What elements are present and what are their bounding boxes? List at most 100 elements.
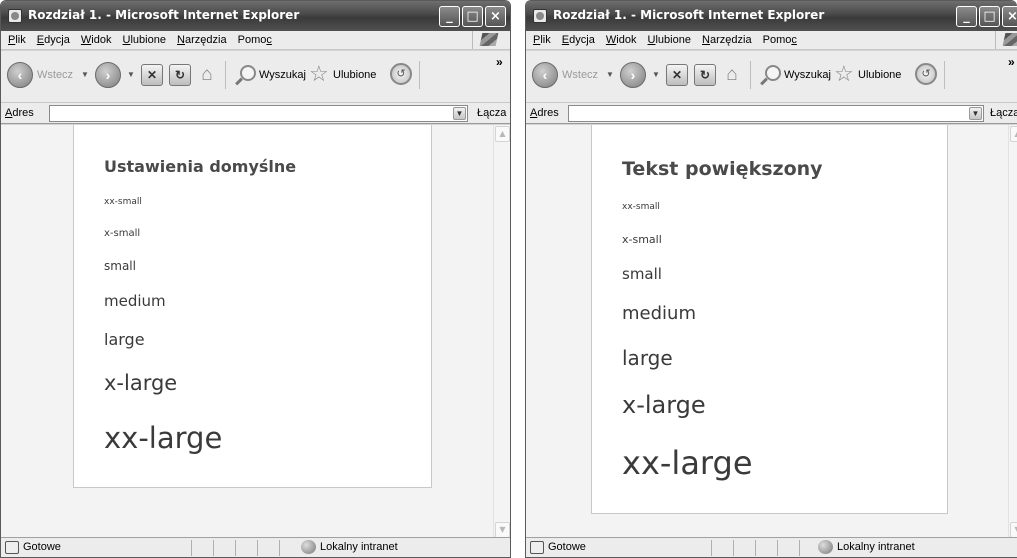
- sample-xx-large: xx-large: [104, 421, 223, 455]
- minimize-button[interactable]: _: [439, 6, 460, 27]
- maximize-button[interactable]: □: [462, 6, 483, 27]
- status-text: Gotowe: [23, 541, 61, 553]
- sample-small: small: [104, 259, 136, 273]
- favorites-button-label[interactable]: Ulubione: [858, 69, 901, 81]
- back-dropdown-icon[interactable]: ▼: [606, 70, 614, 79]
- menu-favorites[interactable]: Ulubione: [119, 31, 170, 48]
- sample-x-small: x-small: [104, 228, 141, 239]
- search-button-label[interactable]: Wyszukaj: [784, 69, 831, 81]
- browser-window-right: Rozdział 1. - Microsoft Internet Explore…: [525, 0, 1017, 558]
- links-label[interactable]: Łącza: [477, 107, 506, 119]
- status-bar: Gotowe Lokalny intranet: [1, 537, 510, 557]
- status-text: Gotowe: [548, 541, 586, 553]
- home-icon[interactable]: ⌂: [195, 63, 219, 87]
- address-label: Adres: [5, 107, 34, 119]
- menu-help[interactable]: Pomoc: [759, 31, 801, 48]
- window-title: Rozdział 1. - Microsoft Internet Explore…: [28, 8, 300, 22]
- links-label[interactable]: Łącza: [990, 107, 1017, 119]
- browser-window-left: Rozdział 1. - Microsoft Internet Explore…: [0, 0, 511, 558]
- favorites-star-icon[interactable]: ☆: [834, 61, 854, 87]
- status-cell: [711, 540, 712, 556]
- page-viewport: Tekst powiększony xx-small x-small small…: [526, 125, 1017, 539]
- sample-xx-small: xx-small: [622, 202, 660, 212]
- search-icon[interactable]: [765, 65, 781, 81]
- forward-dropdown-icon[interactable]: ▼: [127, 70, 135, 79]
- history-icon[interactable]: ↺: [390, 63, 412, 85]
- standard-toolbar: ‹ Wstecz ▼ › ▼ ✕ ↻ ⌂ Wyszukaj ☆ Ulubione…: [526, 51, 1017, 103]
- favorites-star-icon[interactable]: ☆: [309, 61, 329, 87]
- menu-edit[interactable]: Edycja: [33, 31, 74, 48]
- page-viewport: Ustawienia domyślne xx-small x-small sma…: [1, 125, 510, 539]
- security-zone-text: Lokalny intranet: [837, 541, 915, 553]
- title-bar[interactable]: Rozdział 1. - Microsoft Internet Explore…: [526, 1, 1017, 31]
- vertical-scrollbar[interactable]: ▲ ▼: [493, 125, 510, 539]
- toolbar-more-icon[interactable]: »: [496, 55, 503, 69]
- status-cell: [191, 540, 192, 556]
- scroll-down-icon[interactable]: ▼: [1010, 522, 1017, 538]
- menu-view[interactable]: Widok: [602, 31, 641, 48]
- maximize-button[interactable]: □: [979, 6, 1000, 27]
- history-icon[interactable]: ↺: [915, 63, 937, 85]
- home-icon[interactable]: ⌂: [720, 63, 744, 87]
- status-cell: [279, 540, 280, 556]
- back-arrow-icon[interactable]: ‹: [7, 62, 33, 88]
- back-arrow-icon[interactable]: ‹: [532, 62, 558, 88]
- refresh-icon[interactable]: ↻: [694, 64, 716, 86]
- search-icon[interactable]: [240, 65, 256, 81]
- stop-icon[interactable]: ✕: [666, 64, 688, 86]
- address-input[interactable]: ▼: [49, 105, 468, 122]
- toolbar-separator: [225, 61, 226, 89]
- status-cell: [213, 540, 214, 556]
- title-bar[interactable]: Rozdział 1. - Microsoft Internet Explore…: [1, 1, 510, 31]
- toolbar-more-icon[interactable]: »: [1008, 55, 1015, 69]
- close-button[interactable]: ×: [1002, 6, 1017, 27]
- address-dropdown-icon[interactable]: ▼: [453, 107, 466, 120]
- back-dropdown-icon[interactable]: ▼: [81, 70, 89, 79]
- scroll-up-icon[interactable]: ▲: [1010, 126, 1017, 142]
- forward-arrow-icon[interactable]: ›: [620, 62, 646, 88]
- sample-x-large: x-large: [104, 371, 178, 395]
- menu-view[interactable]: Widok: [77, 31, 116, 48]
- forward-arrow-icon[interactable]: ›: [95, 62, 121, 88]
- close-button[interactable]: ×: [485, 6, 506, 27]
- status-bar: Gotowe Lokalny intranet: [526, 537, 1017, 557]
- favorites-button-label[interactable]: Ulubione: [333, 69, 376, 81]
- status-cell: [799, 540, 800, 556]
- vertical-scrollbar[interactable]: ▲ ▼: [1008, 125, 1017, 539]
- status-cell: [733, 540, 734, 556]
- sample-large: large: [622, 346, 673, 370]
- address-dropdown-icon[interactable]: ▼: [969, 107, 982, 120]
- search-button-label[interactable]: Wyszukaj: [259, 69, 306, 81]
- sample-medium: medium: [622, 303, 696, 324]
- menu-bar: Plik Edycja Widok Ulubione Narzędzia Pom…: [1, 31, 510, 50]
- menu-file[interactable]: Plik: [529, 31, 555, 48]
- status-cell: [777, 540, 778, 556]
- window-controls: _ □ ×: [954, 6, 1017, 27]
- toolbar-separator: [750, 61, 751, 89]
- refresh-icon[interactable]: ↻: [169, 64, 191, 86]
- toolbar-separator: [419, 61, 420, 89]
- page-document: Tekst powiększony xx-small x-small small…: [591, 125, 948, 514]
- intranet-zone-icon: [818, 540, 833, 554]
- forward-dropdown-icon[interactable]: ▼: [652, 70, 660, 79]
- window-controls: _ □ ×: [437, 6, 506, 27]
- stop-icon[interactable]: ✕: [141, 64, 163, 86]
- address-input[interactable]: ▼: [568, 105, 984, 122]
- address-bar: Adres ▼ Łącza: [1, 103, 510, 124]
- back-button-label[interactable]: Wstecz: [562, 69, 598, 81]
- scroll-down-icon[interactable]: ▼: [495, 522, 510, 538]
- menu-bar: Plik Edycja Widok Ulubione Narzędzia Pom…: [526, 31, 1017, 50]
- menu-tools[interactable]: Narzędzia: [173, 31, 231, 48]
- status-cell: [755, 540, 756, 556]
- menu-file[interactable]: Plik: [4, 31, 30, 48]
- sample-medium: medium: [104, 292, 166, 310]
- page-status-icon: [5, 541, 19, 554]
- menu-edit[interactable]: Edycja: [558, 31, 599, 48]
- window-title: Rozdział 1. - Microsoft Internet Explore…: [553, 8, 825, 22]
- scroll-up-icon[interactable]: ▲: [495, 126, 510, 142]
- menu-tools[interactable]: Narzędzia: [698, 31, 756, 48]
- minimize-button[interactable]: _: [956, 6, 977, 27]
- back-button-label[interactable]: Wstecz: [37, 69, 73, 81]
- menu-favorites[interactable]: Ulubione: [644, 31, 695, 48]
- menu-help[interactable]: Pomoc: [234, 31, 276, 48]
